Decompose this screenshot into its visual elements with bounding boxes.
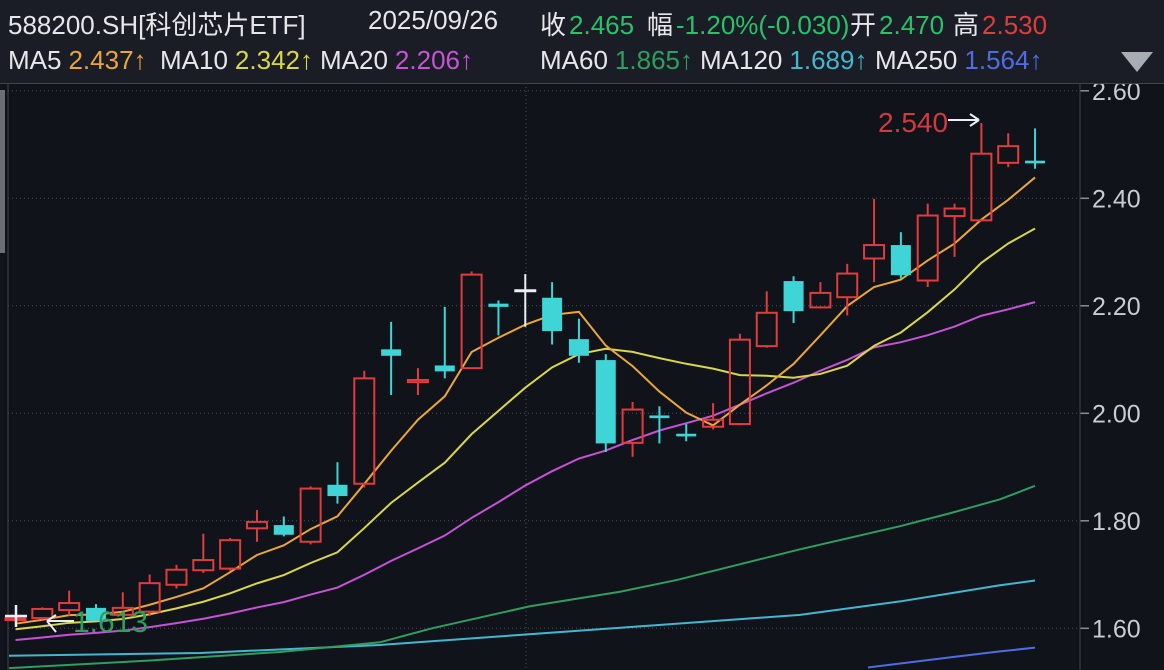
- candle-body-down: [274, 525, 294, 535]
- change-value: -1.20%(-0.030): [676, 10, 849, 40]
- candle-body-down: [569, 339, 589, 356]
- ma60-item: MA601.865↑: [540, 45, 693, 76]
- chart-header: 588200.SH[科创芯片ETF] 2025/09/26 收2.465 幅-1…: [0, 0, 1164, 84]
- y-axis-label: 2.40: [1092, 185, 1141, 213]
- candle-body-up: [757, 313, 777, 346]
- high-annotation: 2.540: [878, 107, 948, 138]
- close-value: 2.465: [569, 10, 634, 40]
- change-group: 幅-1.20%(-0.030): [647, 5, 849, 42]
- ma-line-ma120: [9, 580, 1035, 655]
- ma10-item: MA102.342↑: [160, 45, 313, 76]
- candle-body-down: [649, 415, 669, 418]
- ma120-item: MA1201.689↑: [700, 45, 867, 76]
- high-group: 高2.530: [953, 5, 1047, 42]
- candle-body-up: [998, 146, 1018, 163]
- change-label: 幅: [647, 10, 673, 40]
- quote-row: 588200.SH[科创芯片ETF] 2025/09/26 收2.465 幅-1…: [0, 0, 1164, 40]
- candle-body-down: [381, 349, 401, 355]
- stock-chart-window: 2.602.402.202.001.801.601.6132.540 58820…: [0, 0, 1164, 670]
- ma60-value: 1.865↑: [615, 45, 693, 75]
- open-group: 开2.470: [850, 5, 944, 42]
- ma20-item: MA202.206↑: [320, 45, 473, 76]
- ma250-value: 1.564↑: [964, 45, 1042, 75]
- ma5-value: 2.437↑: [68, 45, 146, 75]
- symbol-title: 588200.SH[科创芯片ETF]: [8, 5, 306, 42]
- left-scrollbar[interactable]: [0, 90, 5, 253]
- quote-date: 2025/09/26: [368, 5, 498, 36]
- close-group: 收2.465: [540, 5, 634, 42]
- candlesticks: [6, 123, 1046, 621]
- candle-body-down: [327, 485, 347, 496]
- candle-body-down: [784, 281, 804, 311]
- ma-line-ma20: [16, 302, 1036, 640]
- candle-body-down: [596, 360, 616, 443]
- candle-body-up: [354, 378, 374, 483]
- low-annotation: 1.613: [73, 606, 148, 639]
- candle-body-up: [193, 560, 213, 570]
- y-axis-label: 2.00: [1092, 400, 1141, 428]
- candle-body-down: [676, 434, 696, 437]
- candle-body-up: [810, 293, 830, 308]
- candle-body-up: [837, 274, 857, 298]
- ma-line-ma250: [868, 648, 1035, 668]
- candle-body-up: [864, 245, 884, 258]
- ma-line-ma60: [9, 486, 1035, 668]
- candle-body-down: [488, 304, 508, 307]
- y-axis-label: 2.20: [1092, 293, 1141, 321]
- ma250-item: MA2501.564↑: [875, 45, 1042, 76]
- close-label: 收: [540, 10, 566, 40]
- ma10-value: 2.342↑: [235, 45, 313, 75]
- candle-body-up: [408, 380, 428, 382]
- price-chart[interactable]: 2.602.402.202.001.801.601.6132.540: [0, 0, 1164, 670]
- candle-body-down: [542, 298, 562, 331]
- y-axis-label: 1.60: [1092, 615, 1141, 643]
- candle-body-up: [32, 609, 52, 618]
- open-label: 开: [850, 10, 876, 40]
- candle-body-up: [945, 209, 965, 217]
- collapse-indicator-triangle-icon[interactable]: [1121, 52, 1153, 72]
- candle-body-up: [166, 570, 186, 585]
- high-value: 2.530: [982, 10, 1047, 40]
- low-arrow-icon: [47, 621, 56, 632]
- candle-body-down: [435, 365, 455, 371]
- candle-body-up: [462, 275, 482, 369]
- y-axis-label: 1.80: [1092, 508, 1141, 536]
- candle-body-up: [730, 340, 750, 424]
- ma20-value: 2.206↑: [395, 45, 473, 75]
- ma-legend-row: MA52.437↑ MA102.342↑ MA202.206↑ MA601.86…: [0, 40, 1164, 80]
- ma120-value: 1.689↑: [789, 45, 867, 75]
- candle-body-up: [971, 154, 991, 221]
- high-label: 高: [953, 10, 979, 40]
- candle-body-up: [918, 216, 938, 281]
- open-value: 2.470: [879, 10, 944, 40]
- candle-body-up: [247, 522, 267, 528]
- candle-body-up: [220, 540, 240, 568]
- ma5-item: MA52.437↑: [8, 45, 147, 76]
- candle-body-down: [1025, 161, 1045, 164]
- candle-body-down: [891, 245, 911, 275]
